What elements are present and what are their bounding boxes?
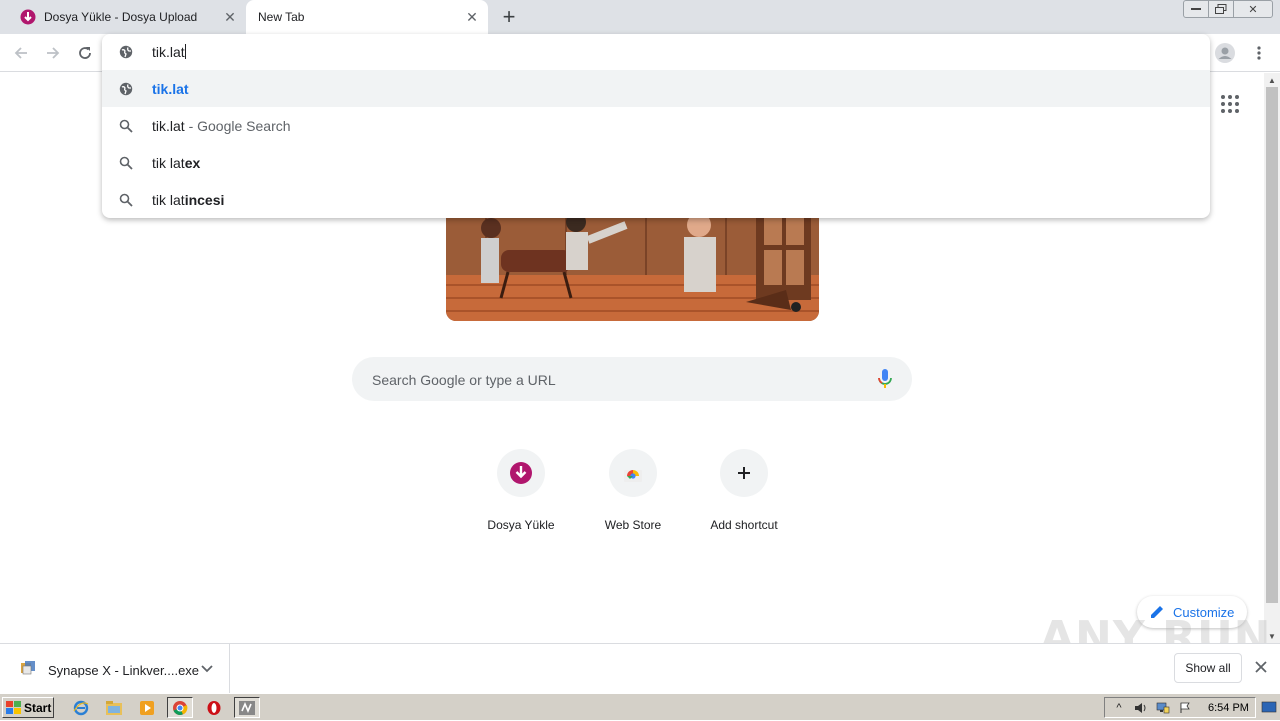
- download-file-name: Synapse X - Linkver....exe: [48, 663, 200, 678]
- chevron-down-icon[interactable]: [200, 661, 214, 675]
- webstore-icon: [609, 449, 657, 497]
- window-close-icon[interactable]: ✕: [1233, 0, 1273, 18]
- shortcut-label: Dosya Yükle: [487, 518, 555, 532]
- globe-icon: [118, 44, 134, 60]
- suggestion-text: tik.lat: [152, 80, 189, 97]
- media-player-icon[interactable]: [134, 697, 160, 718]
- shortcut-label: Web Store: [604, 518, 662, 532]
- suggestion-completion: incesi: [184, 191, 225, 208]
- omnibox-dropdown: tik.lat tik.lat tik.lat - Google Search …: [102, 34, 1210, 218]
- scroll-up-arrow-icon[interactable]: ▲: [1264, 73, 1280, 87]
- suggestion-url[interactable]: tik.lat: [102, 70, 1210, 107]
- tab-new-tab[interactable]: New Tab ✕: [246, 0, 488, 34]
- tab-close-icon[interactable]: ✕: [464, 9, 480, 25]
- suggestion-suffix: - Google Search: [184, 117, 291, 134]
- show-desktop-icon[interactable]: [1260, 697, 1278, 718]
- shortcut-web-store[interactable]: Web Store: [577, 449, 689, 545]
- window-minimize-icon[interactable]: [1183, 0, 1209, 18]
- search-icon: [118, 118, 134, 134]
- omnibox-text: tik.lat: [152, 44, 186, 60]
- start-button[interactable]: Start: [2, 697, 54, 718]
- omnibox-value: tik.lat: [152, 44, 185, 60]
- dosya-icon: [497, 449, 545, 497]
- internet-explorer-icon[interactable]: [68, 697, 94, 718]
- windows-taskbar: Start ^ 6:54 PM: [0, 693, 1280, 720]
- reload-icon[interactable]: [74, 42, 96, 64]
- search-icon: [118, 192, 134, 208]
- scrollbar-thumb[interactable]: [1266, 87, 1278, 603]
- tab-title: New Tab: [258, 10, 305, 24]
- windows-logo-icon: [6, 700, 22, 715]
- microphone-icon[interactable]: [877, 368, 893, 390]
- show-all-button[interactable]: Show all: [1174, 653, 1242, 683]
- google-apps-grid-icon[interactable]: [1220, 94, 1240, 114]
- shortcut-label: Add shortcut: [710, 518, 778, 532]
- synapse-app-icon[interactable]: [234, 697, 260, 718]
- tab-title: Dosya Yükle - Dosya Upload: [44, 10, 198, 24]
- profile-avatar-icon[interactable]: [1214, 42, 1236, 64]
- close-icon[interactable]: [1254, 660, 1270, 676]
- suggestion-prefix: tik lat: [152, 154, 185, 171]
- taskbar-clock[interactable]: 6:54 PM: [1208, 702, 1249, 714]
- executable-file-icon: [20, 660, 36, 676]
- chrome-taskbar-icon[interactable]: [167, 697, 193, 718]
- new-tab-plus-icon[interactable]: +: [498, 6, 520, 28]
- back-arrow-icon[interactable]: [10, 42, 32, 64]
- suggestion-text: tik.lat - Google Search: [152, 118, 291, 134]
- plus-icon: [720, 449, 768, 497]
- search-placeholder: Search Google or type a URL: [372, 372, 556, 388]
- suggestion-search[interactable]: tik latincesi: [102, 181, 1210, 218]
- omnibox-input[interactable]: tik.lat: [102, 34, 1210, 70]
- search-icon: [118, 155, 134, 171]
- suggestion-text: tik latex: [152, 155, 200, 171]
- shortcut-add[interactable]: Add shortcut: [688, 449, 800, 545]
- action-center-flag-icon[interactable]: [1177, 700, 1193, 716]
- suggestion-text: tik latincesi: [152, 192, 224, 208]
- shortcut-dosya-yukle[interactable]: Dosya Yükle: [465, 449, 577, 545]
- dosya-favicon-icon: [20, 9, 36, 25]
- file-explorer-icon[interactable]: [101, 697, 127, 718]
- tab-dosya-yukle[interactable]: Dosya Yükle - Dosya Upload ✕: [8, 0, 246, 34]
- download-item[interactable]: Synapse X - Linkver....exe: [0, 644, 230, 693]
- suggestion-completion: ex: [184, 154, 201, 171]
- volume-icon[interactable]: [1133, 700, 1149, 716]
- window-restore-icon[interactable]: [1208, 0, 1234, 18]
- tab-strip: Dosya Yükle - Dosya Upload ✕ New Tab ✕ +…: [0, 0, 1280, 34]
- globe-icon: [118, 81, 134, 97]
- vertical-scrollbar[interactable]: ▲ ▼: [1264, 73, 1280, 643]
- kebab-menu-icon[interactable]: [1248, 42, 1270, 64]
- tray-expand-icon[interactable]: ^: [1111, 700, 1127, 716]
- forward-arrow-icon[interactable]: [42, 42, 64, 64]
- suggestion-search[interactable]: tik latex: [102, 144, 1210, 181]
- tab-close-icon[interactable]: ✕: [222, 9, 238, 25]
- download-shelf: Synapse X - Linkver....exe Show all: [0, 643, 1280, 693]
- suggestion-prefix: tik.lat: [152, 117, 185, 134]
- start-label: Start: [24, 700, 52, 715]
- suggestion-prefix: tik lat: [152, 191, 185, 208]
- opera-icon[interactable]: [201, 697, 227, 718]
- network-icon[interactable]: [1155, 700, 1171, 716]
- suggestion-search[interactable]: tik.lat - Google Search: [102, 107, 1210, 144]
- ntp-search-box[interactable]: Search Google or type a URL: [352, 357, 912, 401]
